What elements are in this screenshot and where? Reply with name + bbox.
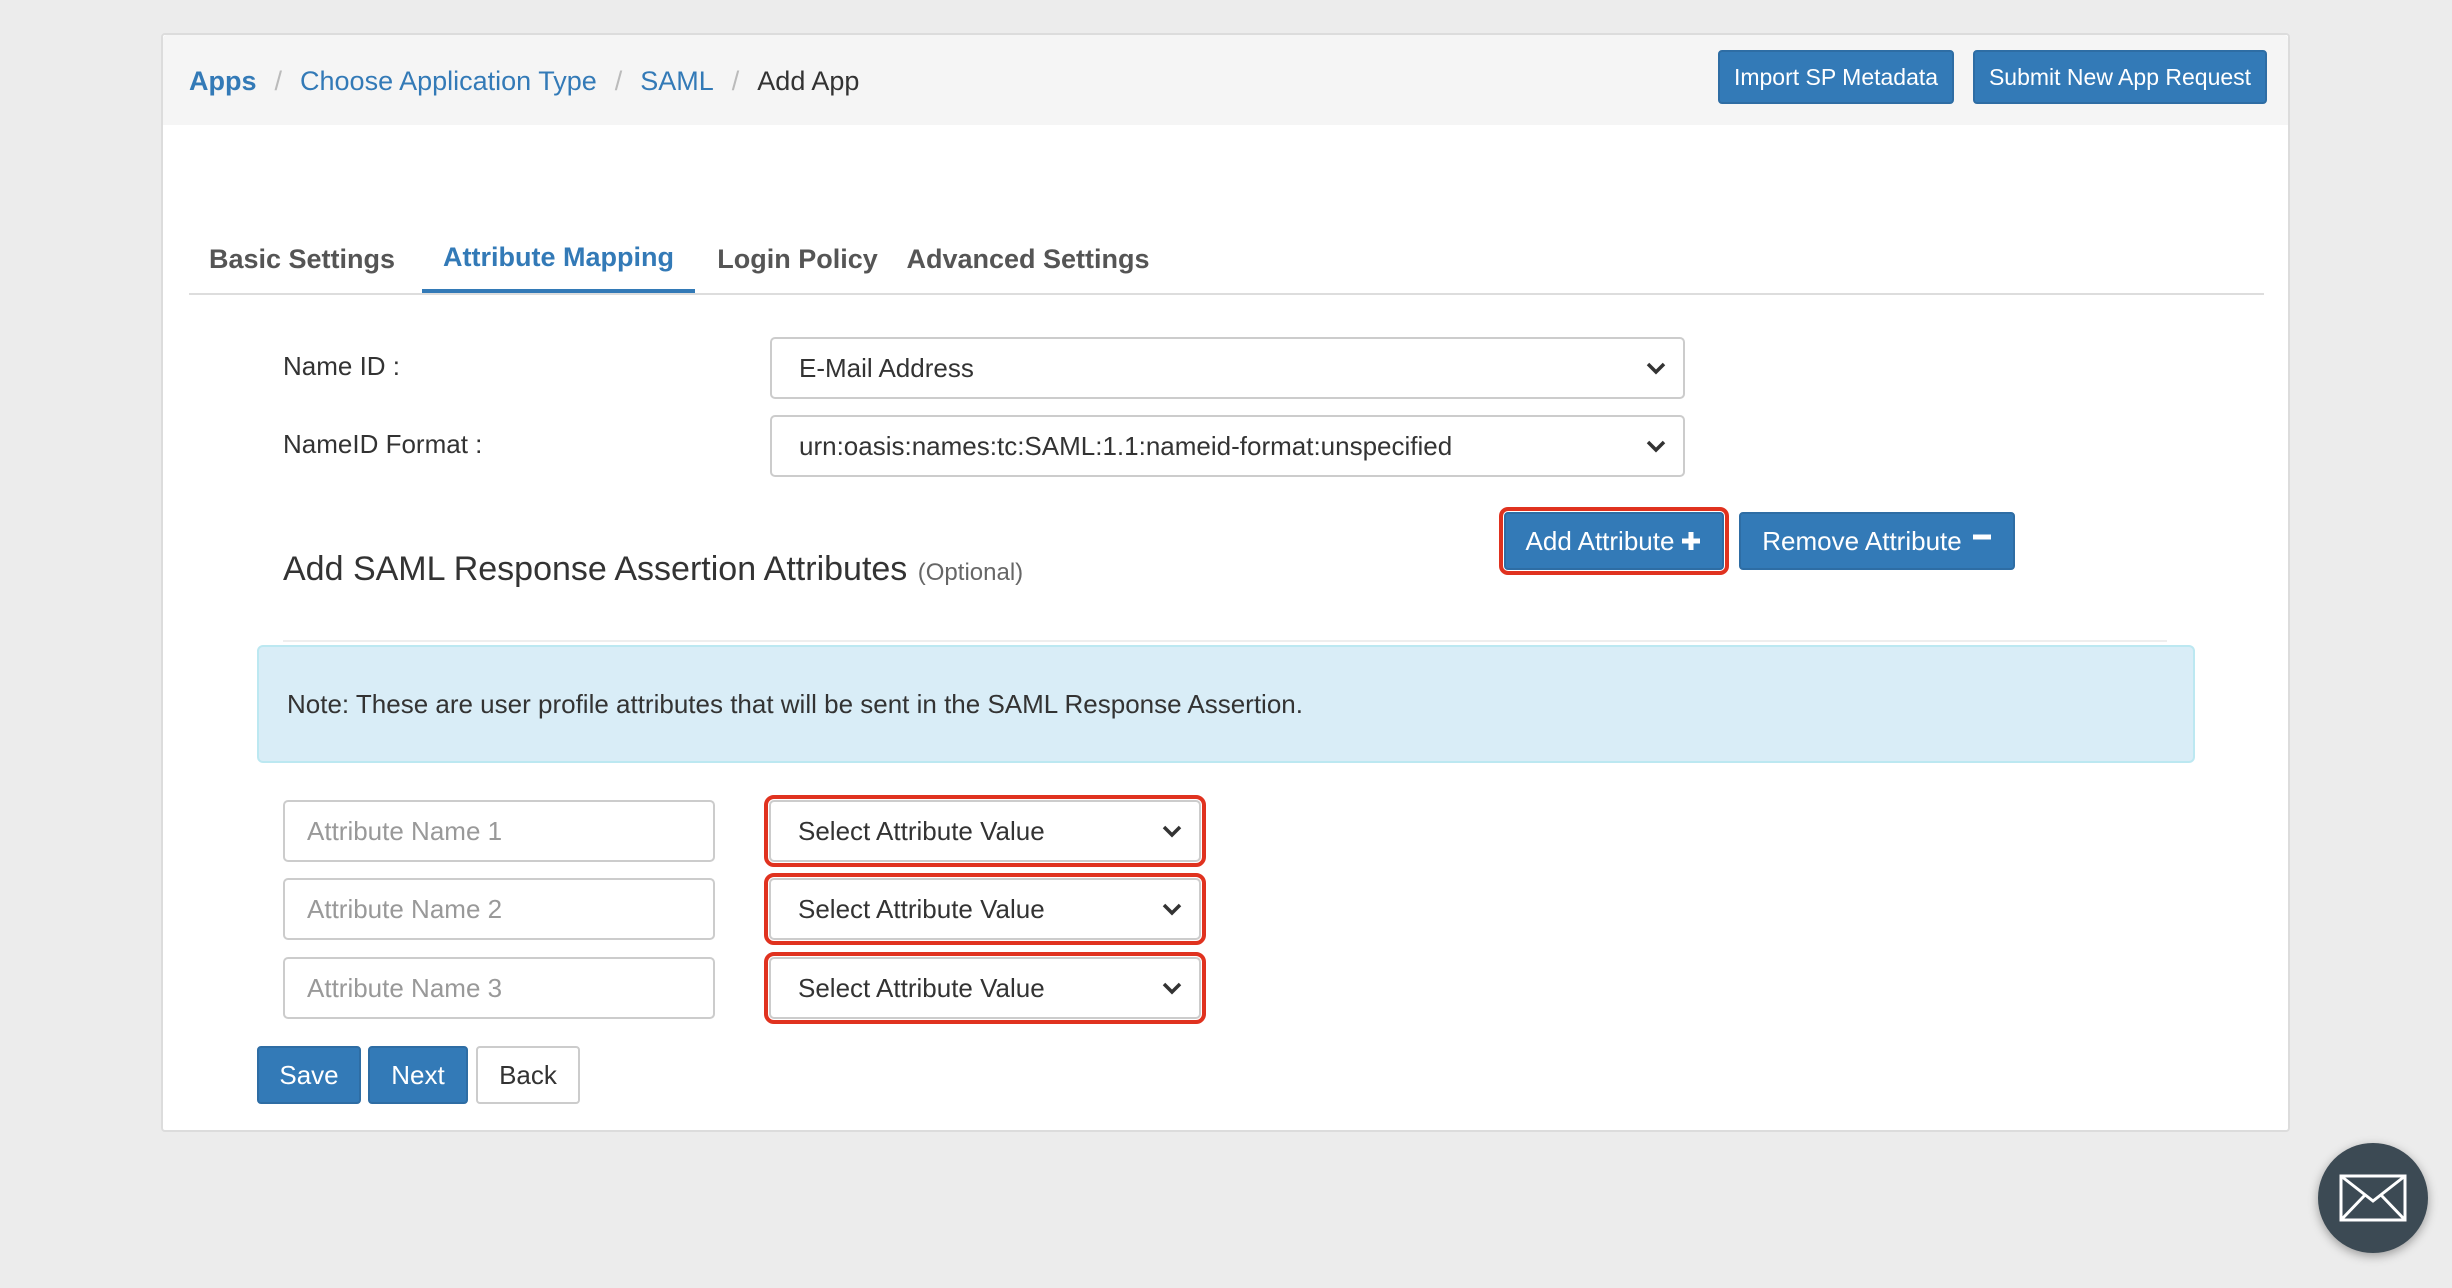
attribute-value-3-select[interactable]: Select Attribute Value: [764, 952, 1206, 1024]
attribute-value-2-select[interactable]: Select Attribute Value: [764, 873, 1206, 945]
attribute-value-3: Select Attribute Value: [798, 972, 1045, 1003]
add-attribute-label: Add Attribute: [1525, 525, 1675, 556]
back-button[interactable]: Back: [476, 1046, 580, 1104]
name-id-value: E-Mail Address: [799, 352, 974, 383]
optional-label: (Optional): [917, 559, 1024, 586]
remove-attribute-label: Remove Attribute: [1762, 525, 1962, 556]
attribute-value-1-select[interactable]: Select Attribute Value: [764, 795, 1206, 867]
app-panel: Apps / Choose Application Type / SAML / …: [161, 33, 2290, 1132]
remove-attribute-button[interactable]: Remove Attribute: [1739, 512, 2015, 570]
attribute-name-1-input[interactable]: [283, 800, 715, 862]
breadcrumb-current: Add App: [757, 66, 860, 96]
tab-advanced-settings[interactable]: Advanced Settings: [900, 225, 1156, 293]
breadcrumb-apps[interactable]: Apps: [189, 65, 257, 97]
attribute-name-3-input[interactable]: [283, 957, 715, 1019]
breadcrumb-separator: /: [274, 66, 283, 96]
settings-tabs: Basic Settings Attribute Mapping Login P…: [189, 225, 2264, 295]
next-button[interactable]: Next: [368, 1046, 468, 1104]
tab-login-policy[interactable]: Login Policy: [695, 225, 900, 293]
nameid-format-label: NameID Format :: [283, 429, 483, 459]
save-button[interactable]: Save: [257, 1046, 361, 1104]
minus-icon: [1972, 534, 1991, 540]
name-id-label: Name ID :: [283, 351, 401, 381]
breadcrumb-choose-type[interactable]: Choose Application Type: [300, 65, 597, 97]
assertion-title: Add SAML Response Assertion Attributes: [283, 550, 908, 588]
breadcrumb-separator: /: [614, 66, 623, 96]
breadcrumb-saml[interactable]: SAML: [640, 65, 714, 97]
breadcrumb-separator: /: [731, 66, 740, 96]
submit-app-request-button[interactable]: Submit New App Request: [1973, 50, 2267, 104]
attribute-name-2-input[interactable]: [283, 878, 715, 940]
chevron-down-icon: [1162, 903, 1182, 916]
name-id-select[interactable]: E-Mail Address: [770, 337, 1685, 399]
header-bar: Apps / Choose Application Type / SAML / …: [163, 35, 2288, 125]
assertion-section-title: Add SAML Response Assertion Attributes (…: [283, 550, 1023, 589]
add-attribute-button[interactable]: Add Attribute: [1499, 507, 1729, 575]
mail-icon: [2339, 1174, 2407, 1222]
contact-mail-button[interactable]: [2318, 1143, 2428, 1253]
nameid-format-select[interactable]: urn:oasis:names:tc:SAML:1.1:nameid-forma…: [770, 415, 1685, 477]
chevron-down-icon: [1646, 362, 1666, 375]
nameid-format-value: urn:oasis:names:tc:SAML:1.1:nameid-forma…: [799, 430, 1453, 461]
section-divider: [283, 640, 2167, 642]
import-sp-metadata-button[interactable]: Import SP Metadata: [1718, 50, 1954, 104]
breadcrumb: Apps / Choose Application Type / SAML / …: [189, 65, 859, 97]
chevron-down-icon: [1646, 440, 1666, 453]
chevron-down-icon: [1162, 982, 1182, 995]
tab-basic-settings[interactable]: Basic Settings: [189, 225, 415, 293]
attribute-value-2: Select Attribute Value: [798, 893, 1045, 924]
info-note: Note: These are user profile attributes …: [257, 645, 2195, 763]
plus-icon: [1682, 532, 1701, 550]
tab-attribute-mapping[interactable]: Attribute Mapping: [422, 225, 695, 293]
chevron-down-icon: [1162, 825, 1182, 838]
attribute-value-1: Select Attribute Value: [798, 815, 1045, 846]
